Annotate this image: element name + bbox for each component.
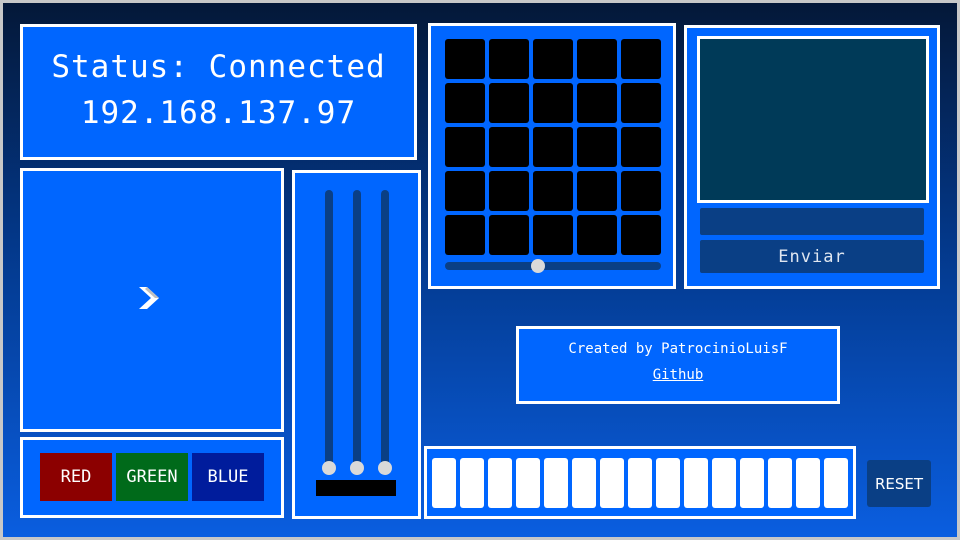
matrix-cell[interactable] — [533, 171, 573, 211]
key-button[interactable] — [656, 458, 680, 508]
send-button[interactable]: Enviar — [700, 240, 924, 273]
slider-knob-1[interactable] — [322, 461, 336, 475]
matrix-cell[interactable] — [489, 39, 529, 79]
slider-output-bar — [316, 480, 396, 496]
key-button[interactable] — [432, 458, 456, 508]
key-button[interactable] — [796, 458, 820, 508]
key-button[interactable] — [600, 458, 624, 508]
matrix-cell[interactable] — [445, 215, 485, 255]
github-link[interactable]: Github — [653, 367, 704, 383]
matrix-cell[interactable] — [489, 127, 529, 167]
slider-track-1[interactable] — [325, 190, 333, 470]
key-button[interactable] — [628, 458, 652, 508]
keys-panel — [424, 446, 856, 519]
matrix-cell[interactable] — [533, 215, 573, 255]
display-screen — [697, 36, 929, 203]
green-button[interactable]: GREEN — [116, 453, 188, 501]
connection-status: Status: Connected — [51, 49, 386, 85]
credits-text: Created by PatrocinioLuisF — [568, 341, 788, 357]
slider-panel — [292, 170, 421, 519]
slider-track-3[interactable] — [381, 190, 389, 470]
message-input[interactable] — [700, 208, 924, 235]
key-button[interactable] — [516, 458, 540, 508]
matrix-cell[interactable] — [621, 171, 661, 211]
slider-knob-3[interactable] — [378, 461, 392, 475]
matrix-cell[interactable] — [577, 83, 617, 123]
matrix-cell[interactable] — [533, 127, 573, 167]
joystick-pad[interactable] — [20, 168, 284, 432]
matrix-cell[interactable] — [489, 215, 529, 255]
ip-address: 192.168.137.97 — [80, 95, 357, 131]
matrix-cell[interactable] — [533, 83, 573, 123]
matrix-cell[interactable] — [533, 39, 573, 79]
matrix-cell[interactable] — [445, 127, 485, 167]
slider-track-2[interactable] — [353, 190, 361, 470]
text-panel: Enviar — [684, 25, 940, 289]
key-button[interactable] — [572, 458, 596, 508]
slider-knob-2[interactable] — [350, 461, 364, 475]
matrix-cell[interactable] — [489, 83, 529, 123]
brightness-slider-knob[interactable] — [530, 259, 545, 273]
matrix-cell[interactable] — [445, 39, 485, 79]
key-button[interactable] — [488, 458, 512, 508]
key-button[interactable] — [712, 458, 736, 508]
key-button[interactable] — [684, 458, 708, 508]
credits-panel: Created by PatrocinioLuisF Github — [516, 326, 840, 404]
key-button[interactable] — [460, 458, 484, 508]
app-window: Status: Connected 192.168.137.97 RED GRE… — [3, 3, 957, 537]
matrix-cell[interactable] — [621, 127, 661, 167]
matrix-cell[interactable] — [621, 39, 661, 79]
blue-button[interactable]: BLUE — [192, 453, 264, 501]
key-button[interactable] — [768, 458, 792, 508]
led-matrix-panel — [428, 23, 676, 289]
matrix-cell[interactable] — [445, 171, 485, 211]
matrix-cell[interactable] — [577, 127, 617, 167]
chevron-right-icon[interactable] — [135, 283, 165, 313]
color-buttons-panel: RED GREEN BLUE — [20, 437, 284, 518]
key-button[interactable] — [824, 458, 848, 508]
status-panel: Status: Connected 192.168.137.97 — [20, 24, 417, 160]
key-button[interactable] — [544, 458, 568, 508]
matrix-cell[interactable] — [621, 83, 661, 123]
matrix-cell[interactable] — [445, 83, 485, 123]
key-button[interactable] — [740, 458, 764, 508]
reset-button[interactable]: RESET — [867, 460, 931, 507]
matrix-cell[interactable] — [621, 215, 661, 255]
brightness-slider-track[interactable] — [445, 262, 661, 270]
matrix-cell[interactable] — [577, 39, 617, 79]
matrix-cell[interactable] — [489, 171, 529, 211]
matrix-cell[interactable] — [577, 215, 617, 255]
matrix-cell[interactable] — [577, 171, 617, 211]
red-button[interactable]: RED — [40, 453, 112, 501]
